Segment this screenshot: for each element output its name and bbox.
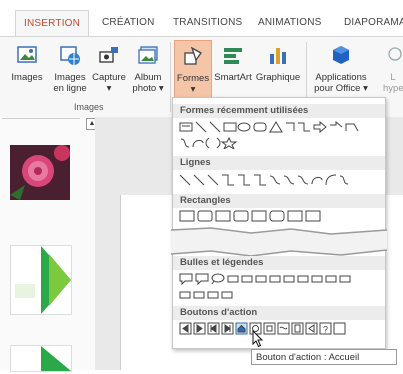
recent-shapes-header: Formes récemment utilisées <box>173 104 385 118</box>
hyperlink-icon <box>383 44 403 69</box>
smartart-icon <box>212 44 254 69</box>
tab-diaporama[interactable]: DIAPORAMA <box>336 10 403 35</box>
image-icon <box>10 44 44 69</box>
lines-header: Lignes <box>173 156 385 170</box>
tooltip: Bouton d'action : Accueil <box>251 349 397 365</box>
capture-line2: ▾ <box>106 83 112 94</box>
chart-icon <box>255 44 301 69</box>
thumbnail-strip-edge <box>2 118 80 129</box>
formes-line2: ▾ <box>190 84 196 95</box>
album-line2: photo ▾ <box>132 83 164 94</box>
hyperlink-line1: L <box>390 72 396 83</box>
mouse-cursor-icon <box>252 330 264 348</box>
rectangles-header: Rectangles <box>173 194 385 208</box>
formes-line1: Formes <box>176 73 210 84</box>
slide-thumbnail-roses[interactable] <box>10 145 70 200</box>
action-buttons-row[interactable]: ? <box>179 322 379 335</box>
action-buttons-header: Boutons d'action <box>173 306 385 320</box>
callouts-row-1[interactable] <box>179 273 379 285</box>
office-store-icon <box>311 44 371 69</box>
callouts-header: Bulles et légendes <box>173 256 385 270</box>
formes-button[interactable]: Formes ▾ <box>174 40 212 98</box>
applications-line2: pour Office ▾ <box>314 83 368 94</box>
hyperlink-button-partial[interactable]: L hype <box>383 44 403 94</box>
smartart-button[interactable]: SmartArt <box>212 44 254 83</box>
online-image-icon <box>52 44 88 69</box>
group-images-label: Images <box>74 102 104 112</box>
green-slide-graphic <box>15 246 71 314</box>
shapes-icon <box>175 45 211 70</box>
shapes-gallery: Formes récemment utilisées Lignes Rectan… <box>171 97 387 349</box>
photo-album-icon <box>129 44 167 69</box>
ribbon-tab-bar: INSERTION CRÉATION TRANSITIONS ANIMATION… <box>0 10 403 37</box>
images-en-ligne-button[interactable]: Images en ligne <box>52 44 88 94</box>
rectangles-row[interactable] <box>179 210 339 222</box>
tab-transitions[interactable]: TRANSITIONS <box>165 10 250 35</box>
album-photo-button[interactable]: Album photo ▾ <box>129 44 167 94</box>
images-en-ligne-line1: Images <box>54 72 86 83</box>
gallery-torn-gap <box>171 227 387 257</box>
slide-thumbnail-green[interactable] <box>10 245 72 315</box>
lines-row[interactable] <box>179 174 379 186</box>
svg-text:?: ? <box>323 325 328 335</box>
smartart-label: SmartArt <box>214 72 252 83</box>
recent-shapes-row-1[interactable] <box>179 121 379 133</box>
ribbon-separator <box>170 42 171 112</box>
graphique-label: Graphique <box>255 72 301 83</box>
applications-button[interactable]: Applications pour Office ▾ <box>311 44 371 94</box>
camera-icon <box>91 44 127 69</box>
images-en-ligne-line2: en ligne <box>53 83 87 94</box>
tab-creation[interactable]: CRÉATION <box>94 10 163 35</box>
callouts-row-2[interactable] <box>179 289 259 301</box>
green-slide-graphic <box>41 346 71 371</box>
rose-image <box>10 145 70 200</box>
slide-thumbnail-partial[interactable] <box>10 345 72 372</box>
recent-shapes-row-2[interactable] <box>179 137 299 149</box>
capture-line1: Capture <box>92 72 126 83</box>
applications-line1: Applications <box>315 72 367 83</box>
tab-animations[interactable]: ANIMATIONS <box>250 10 329 35</box>
images-button[interactable]: Images <box>10 44 44 83</box>
capture-button[interactable]: Capture ▾ <box>91 44 127 94</box>
tab-insertion[interactable]: INSERTION <box>15 10 90 37</box>
album-line1: Album <box>134 72 162 83</box>
hyperlink-line2: hype <box>383 83 403 94</box>
images-label: Images <box>11 72 43 83</box>
graphique-button[interactable]: Graphique <box>255 44 301 83</box>
